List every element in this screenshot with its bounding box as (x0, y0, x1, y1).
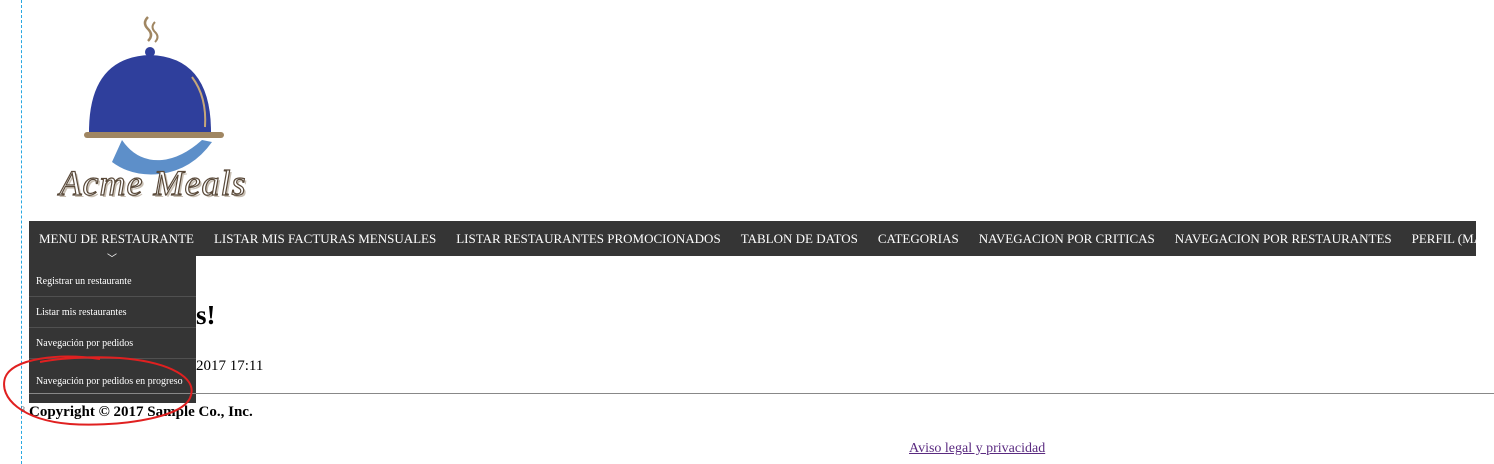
nav-restaurantes-promocionados[interactable]: LISTAR RESTAURANTES PROMOCIONADOS (456, 231, 720, 247)
legal-privacy-link[interactable]: Aviso legal y privacidad (909, 441, 1045, 457)
nav-categorias[interactable]: CATEGORIAS (878, 231, 959, 247)
logo-wordmark: Acme Meals (59, 162, 247, 203)
current-datetime: 2017 17:11 (196, 358, 264, 374)
main-navbar: MENU DE RESTAURANTE LISTAR MIS FACTURAS … (29, 221, 1494, 256)
chevron-down-icon: ﹀ (107, 254, 117, 265)
footer-divider (29, 393, 1494, 394)
nav-navegacion-restaurantes[interactable]: NAVEGACION POR RESTAURANTES (1175, 231, 1392, 247)
logo[interactable]: Acme Meals (42, 12, 264, 208)
nav-listar-facturas[interactable]: LISTAR MIS FACTURAS MENSUALES (214, 231, 436, 247)
nav-menu-de-restaurante[interactable]: MENU DE RESTAURANTE (39, 231, 194, 247)
welcome-heading: s! (196, 300, 216, 330)
nav-tablon-de-datos[interactable]: TABLON DE DATOS (741, 231, 858, 247)
nav-perfil[interactable]: PERFIL (MANAGER1) (1412, 231, 1494, 247)
red-circle-annotation (3, 355, 193, 426)
dropdown-item-listar-restaurantes[interactable]: Listar mis restaurantes (29, 297, 196, 328)
nav-navegacion-criticas[interactable]: NAVEGACION POR CRITICAS (979, 231, 1155, 247)
